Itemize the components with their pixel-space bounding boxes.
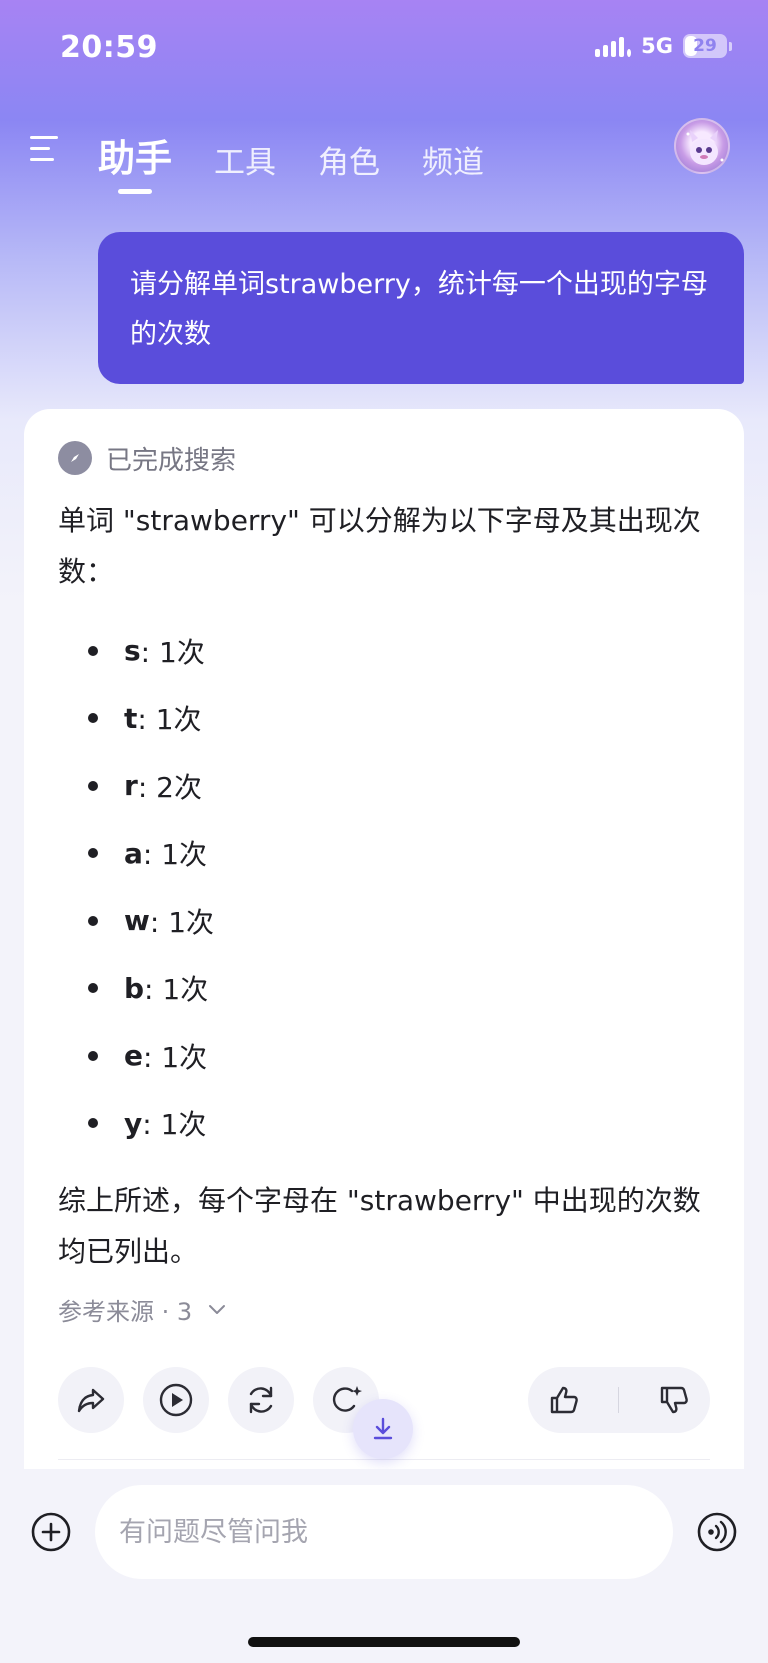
- menu-icon[interactable]: [30, 136, 60, 166]
- bullet: [88, 915, 98, 926]
- play-button[interactable]: [143, 1367, 209, 1433]
- voice-button[interactable]: [696, 1511, 738, 1553]
- plus-circle-icon: [31, 1512, 71, 1552]
- bullet: [88, 713, 98, 724]
- item-letter: b: [124, 971, 145, 1005]
- item-letter: w: [124, 904, 150, 938]
- list-item: w: 1次: [58, 887, 710, 955]
- list-item: r: 2次: [58, 752, 710, 820]
- share-icon: [77, 1388, 105, 1413]
- list-item: s: 1次: [58, 617, 710, 685]
- divider: [618, 1387, 620, 1413]
- play-icon: [159, 1383, 193, 1417]
- bullet: [88, 780, 98, 791]
- bullet: [88, 645, 98, 656]
- battery-icon: 29: [683, 34, 732, 58]
- item-letter: e: [124, 1039, 143, 1073]
- item-count: : 1次: [142, 1108, 207, 1142]
- chevron-down-icon: [209, 1305, 226, 1314]
- bullet: [88, 1050, 98, 1061]
- list-item: a: 1次: [58, 820, 710, 888]
- thumbs-up-icon[interactable]: [546, 1382, 582, 1418]
- tab-channels[interactable]: 频道: [422, 137, 484, 182]
- sources-toggle[interactable]: 参考来源 · 3: [58, 1287, 710, 1331]
- list-item: e: 1次: [58, 1022, 710, 1090]
- status-time: 20:59: [60, 30, 158, 65]
- item-letter: t: [124, 701, 138, 735]
- item-count: : 1次: [149, 905, 215, 939]
- answer-intro: 单词 "strawberry" 可以分解为以下字母及其出现次数：: [58, 504, 701, 588]
- item-count: : 2次: [137, 770, 202, 804]
- share-button[interactable]: [58, 1367, 124, 1433]
- item-count: : 1次: [143, 1040, 208, 1074]
- list-item: y: 1次: [58, 1090, 710, 1158]
- tab-bar: 助手 工具 角色 频道: [98, 128, 484, 194]
- input-bar: [0, 1469, 768, 1663]
- answer-card: 已完成搜索 单词 "strawberry" 可以分解为以下字母及其出现次数： s…: [24, 409, 744, 1469]
- top-nav: 助手 工具 角色 频道: [0, 118, 768, 194]
- attach-button[interactable]: [30, 1511, 72, 1553]
- avatar[interactable]: [674, 118, 730, 174]
- item-count: : 1次: [140, 635, 205, 669]
- status-bar: 20:59 5G 29: [0, 0, 768, 100]
- item-letter: y: [124, 1106, 143, 1140]
- item-count: : 1次: [137, 703, 202, 737]
- scroll-to-bottom-button[interactable]: [353, 1399, 413, 1459]
- answer-summary: 综上所述，每个字母在 "strawberry" 中出现的次数均已列出。: [58, 1184, 701, 1268]
- tab-tools[interactable]: 工具: [214, 137, 276, 182]
- item-count: : 1次: [142, 838, 208, 872]
- item-letter: r: [124, 769, 138, 803]
- arrow-down-icon: [373, 1417, 393, 1440]
- search-status[interactable]: 已完成搜索: [58, 437, 710, 479]
- compass-icon: [58, 441, 92, 475]
- item-letter: a: [124, 836, 143, 870]
- battery-level: 29: [693, 36, 717, 56]
- home-indicator: [248, 1637, 520, 1647]
- sources-label: 参考来源 · 3: [58, 1297, 193, 1326]
- voice-wave-icon: [697, 1512, 737, 1552]
- bullet: [88, 848, 98, 859]
- network-type: 5G: [641, 34, 673, 58]
- feedback-group: [528, 1367, 710, 1433]
- search-status-label: 已完成搜索: [106, 445, 237, 476]
- status-indicators: 5G 29: [595, 34, 732, 58]
- thumbs-down-icon[interactable]: [656, 1382, 692, 1418]
- bullet: [88, 983, 98, 994]
- refresh-icon: [249, 1386, 273, 1414]
- divider: [58, 1459, 710, 1460]
- tab-assistant[interactable]: 助手: [98, 128, 172, 194]
- user-message-bubble[interactable]: 请分解单词strawberry，统计每一个出现的字母的次数: [98, 232, 744, 384]
- letter-count-list: s: 1次 t: 1次 r: 2次 a: 1次 w: 1次 b: 1次 e: 1…: [58, 617, 710, 1157]
- tab-roles[interactable]: 角色: [318, 137, 380, 182]
- item-letter: s: [124, 634, 141, 668]
- regenerate-button[interactable]: [228, 1367, 294, 1433]
- message-input-box[interactable]: [95, 1485, 673, 1579]
- bullet: [88, 1118, 98, 1129]
- signal-icon: [595, 35, 632, 57]
- list-item: t: 1次: [58, 685, 710, 753]
- item-count: : 1次: [144, 973, 209, 1007]
- message-input[interactable]: [119, 1516, 649, 1548]
- list-item: b: 1次: [58, 955, 710, 1023]
